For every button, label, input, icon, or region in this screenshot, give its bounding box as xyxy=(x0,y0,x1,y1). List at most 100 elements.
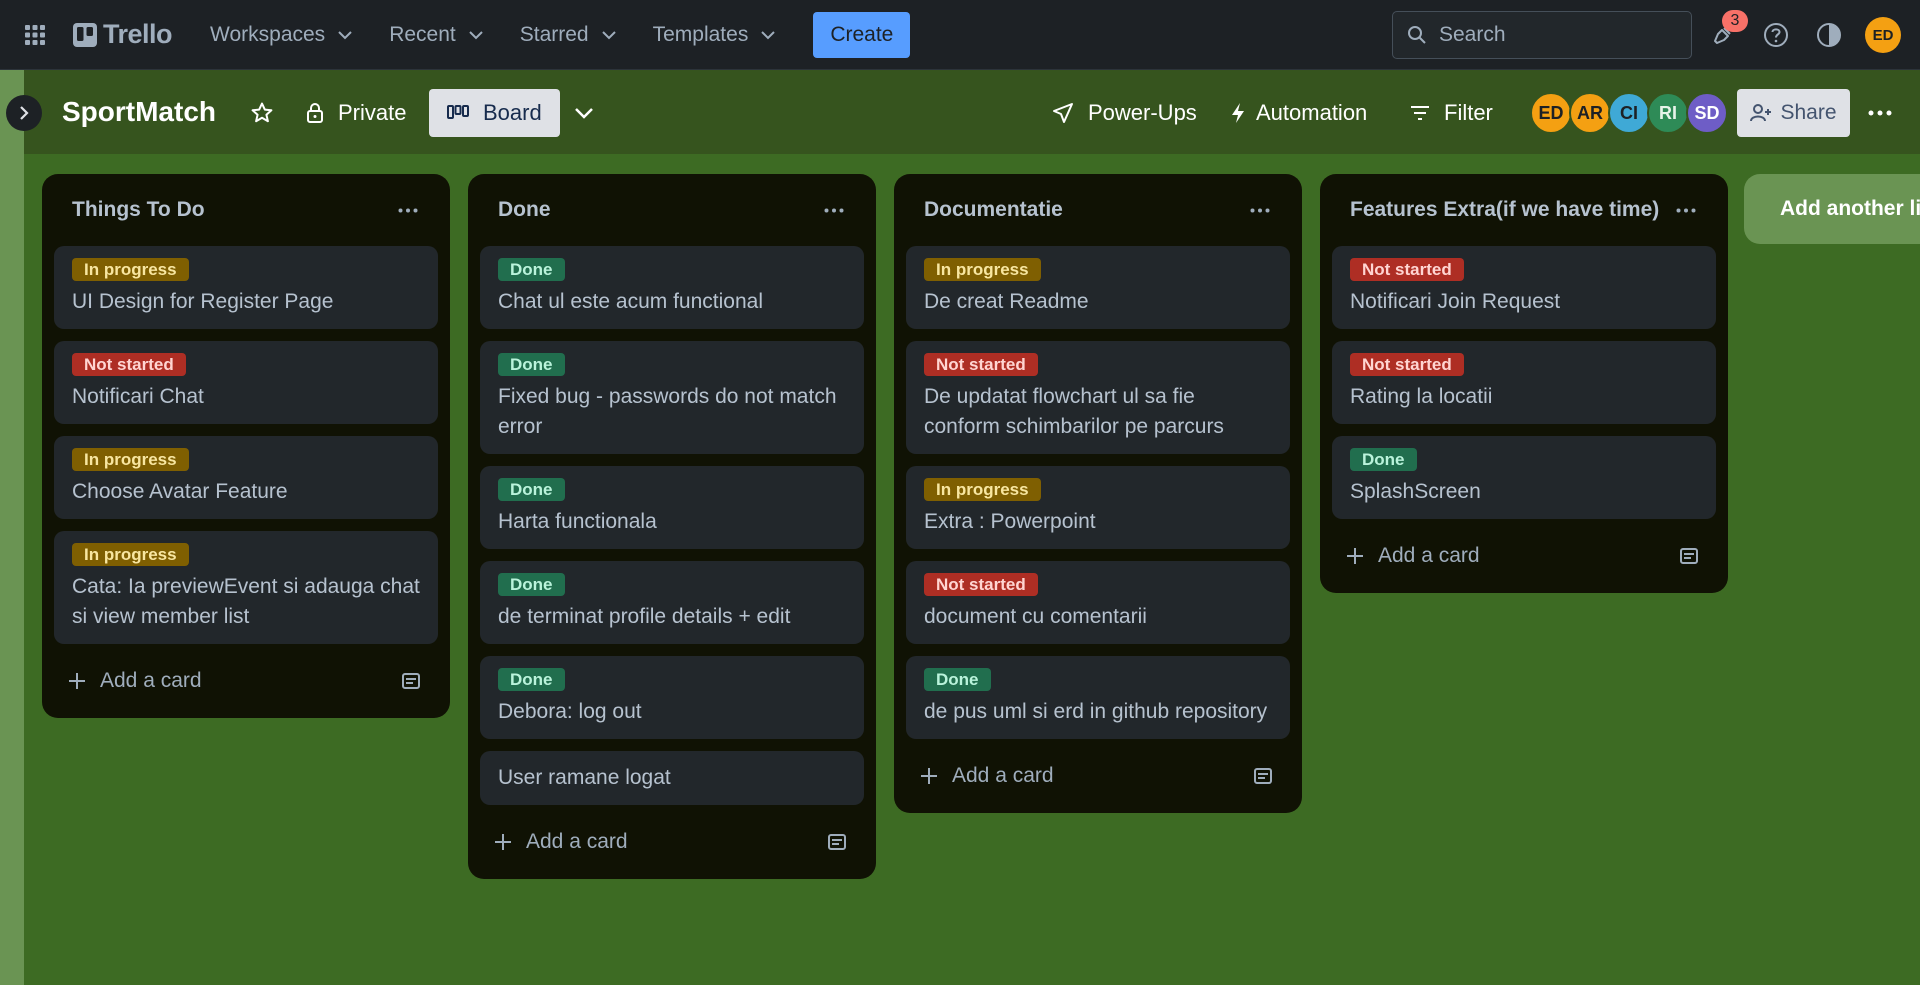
label-done: Done xyxy=(498,478,565,501)
board-view-label: Board xyxy=(483,100,542,125)
app-switcher-icon[interactable] xyxy=(17,17,53,53)
more-icon xyxy=(824,208,844,212)
help-button[interactable] xyxy=(1758,17,1794,53)
chevron-down-icon xyxy=(338,30,352,39)
card[interactable]: Not started Notificari Join Request xyxy=(1332,246,1716,329)
card[interactable]: Not started De updatat flowchart ul sa fi… xyxy=(906,341,1290,454)
notification-badge: 3 xyxy=(1722,10,1748,32)
member-avatar[interactable]: SD xyxy=(1686,92,1728,134)
card[interactable]: In progress De creat Readme xyxy=(906,246,1290,329)
more-icon xyxy=(1676,208,1696,212)
label-done: Done xyxy=(498,258,565,281)
powerups-button[interactable]: Power-Ups xyxy=(1052,89,1197,137)
user-avatar[interactable]: ED xyxy=(1865,17,1901,53)
list-title[interactable]: Things To Do xyxy=(72,198,205,222)
templates-menu[interactable]: Templates xyxy=(641,17,789,53)
card[interactable]: Done de terminat profile details + edit xyxy=(480,561,864,644)
search-icon xyxy=(1408,26,1426,44)
list-menu-button[interactable] xyxy=(390,192,426,228)
star-board-button[interactable] xyxy=(244,89,280,137)
plus-icon xyxy=(921,768,937,784)
add-card-label: Add a card xyxy=(100,669,202,692)
member-avatar[interactable]: RI xyxy=(1647,92,1689,134)
card[interactable]: Done Debora: log out xyxy=(480,656,864,739)
card[interactable]: Not started document cu comentarii xyxy=(906,561,1290,644)
list-title[interactable]: Features Extra(if we have time) xyxy=(1350,198,1659,222)
card[interactable]: Done Fixed bug - passwords do not match e… xyxy=(480,341,864,454)
list-header: Done xyxy=(480,174,864,246)
recent-menu[interactable]: Recent xyxy=(377,17,496,53)
card-title: User ramane logat xyxy=(498,766,671,789)
card-template-icon[interactable] xyxy=(396,666,426,696)
card[interactable]: Done Chat ul este acum functional xyxy=(480,246,864,329)
card[interactable]: In progress Choose Avatar Feature xyxy=(54,436,438,519)
member-avatar[interactable]: ED xyxy=(1530,92,1572,134)
list-menu-button[interactable] xyxy=(1668,192,1704,228)
card[interactable]: In progress Extra : Powerpoint xyxy=(906,466,1290,549)
label-not-started: Not started xyxy=(1350,353,1464,376)
add-card-button[interactable]: Add a card xyxy=(68,669,202,693)
list-menu-button[interactable] xyxy=(1242,192,1278,228)
board-title[interactable]: SportMatch xyxy=(62,96,216,128)
card[interactable]: In progress UI Design for Register Page xyxy=(54,246,438,329)
member-avatar[interactable]: CI xyxy=(1608,92,1650,134)
automation-button[interactable]: Automation xyxy=(1230,89,1367,137)
add-card-label: Add a card xyxy=(526,830,628,853)
list-header: Things To Do xyxy=(54,174,438,246)
card[interactable]: Not started Notificari Chat xyxy=(54,341,438,424)
workspaces-menu[interactable]: Workspaces xyxy=(198,17,365,53)
list-done: Done Done Chat ul este acum functional Do… xyxy=(468,174,876,879)
search-box[interactable] xyxy=(1392,11,1692,59)
member-avatar[interactable]: AR xyxy=(1569,92,1611,134)
create-button[interactable]: Create xyxy=(813,11,911,58)
more-icon xyxy=(1868,110,1892,116)
list-title[interactable]: Done xyxy=(498,198,551,222)
list-menu-button[interactable] xyxy=(816,192,852,228)
card-template-icon[interactable] xyxy=(822,827,852,857)
add-card-button[interactable]: Add a card xyxy=(494,830,628,854)
share-label: Share xyxy=(1780,101,1837,124)
views-dropdown-button[interactable] xyxy=(564,89,604,137)
list-title[interactable]: Documentatie xyxy=(924,198,1063,222)
automation-label: Automation xyxy=(1256,100,1368,125)
more-icon xyxy=(1250,208,1270,212)
card-title: de pus uml si erd in github repository xyxy=(924,700,1268,723)
label-not-started: Not started xyxy=(72,353,186,376)
starred-label: Starred xyxy=(519,22,589,46)
label-done: Done xyxy=(498,668,565,691)
card-title: de terminat profile details + edit xyxy=(498,605,791,628)
board-view-button[interactable]: Board xyxy=(429,89,560,137)
visibility-button[interactable]: Private xyxy=(306,89,406,137)
card[interactable]: Not started Rating la locatii xyxy=(1332,341,1716,424)
card[interactable]: In progress Cata: Ia previewEvent si adau… xyxy=(54,531,438,644)
list-features-extra: Features Extra(if we have time) Not star… xyxy=(1320,174,1728,593)
trello-logo[interactable]: Trello xyxy=(69,17,176,53)
card-title: De updatat flowchart ul sa fie conform s… xyxy=(924,385,1224,438)
share-button[interactable]: Share xyxy=(1737,89,1850,137)
filter-button[interactable]: Filter xyxy=(1410,89,1493,137)
list-documentatie: Documentatie In progress De creat Readme … xyxy=(894,174,1302,813)
card[interactable]: User ramane logat xyxy=(480,751,864,805)
board-menu-button[interactable] xyxy=(1862,89,1898,137)
chevron-down-icon xyxy=(575,108,593,119)
add-card-button[interactable]: Add a card xyxy=(1346,544,1480,568)
star-icon xyxy=(251,102,273,123)
theme-toggle-button[interactable] xyxy=(1811,17,1847,53)
add-list-button[interactable]: Add another list xyxy=(1744,174,1920,244)
sidebar-toggle-button[interactable] xyxy=(6,95,42,131)
card-template-icon[interactable] xyxy=(1248,761,1278,791)
card[interactable]: Done de pus uml si erd in github reposito… xyxy=(906,656,1290,739)
help-icon xyxy=(1764,23,1788,47)
search-input[interactable] xyxy=(1439,23,1679,47)
sidebar-collapsed xyxy=(0,70,24,985)
card-title: Fixed bug - passwords do not match error xyxy=(498,385,837,438)
chevron-down-icon xyxy=(601,30,616,39)
add-person-icon xyxy=(1750,104,1772,122)
starred-menu[interactable]: Starred xyxy=(508,17,629,53)
workspaces-label: Workspaces xyxy=(210,22,326,46)
add-card-button[interactable]: Add a card xyxy=(920,764,1054,788)
card[interactable]: Done SplashScreen xyxy=(1332,436,1716,519)
list-header: Documentatie xyxy=(906,174,1290,246)
card-template-icon[interactable] xyxy=(1674,541,1704,571)
card[interactable]: Done Harta functionala xyxy=(480,466,864,549)
